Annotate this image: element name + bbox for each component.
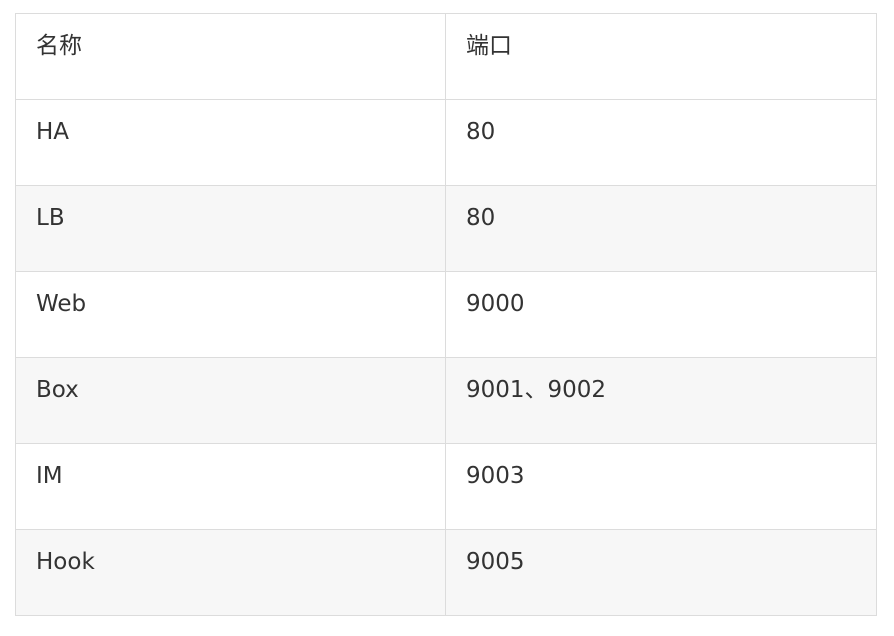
cell-port: 9005 <box>445 529 877 616</box>
cell-name: LB <box>15 185 446 272</box>
cell-name-text: Hook <box>36 549 95 575</box>
cell-name: Box <box>15 357 446 444</box>
header-name-label: 名称 <box>36 33 82 59</box>
cell-port-text: 9000 <box>466 291 525 317</box>
cell-name: HA <box>15 99 446 186</box>
cell-name-text: Web <box>36 291 87 317</box>
table-row: Hook 9005 <box>15 529 877 616</box>
table-row: HA 80 <box>15 99 877 186</box>
cell-name-text: HA <box>36 119 70 145</box>
cell-port-text: 9001、9002 <box>466 377 607 403</box>
cell-name-text: Box <box>36 377 79 403</box>
cell-port: 9003 <box>445 443 877 530</box>
cell-name: Hook <box>15 529 446 616</box>
cell-port-text: 9005 <box>466 549 525 575</box>
table-header-row: 名称 端口 <box>15 13 877 100</box>
cell-port-text: 80 <box>466 119 496 145</box>
table-row: Web 9000 <box>15 271 877 358</box>
header-port-label: 端口 <box>466 33 512 59</box>
header-port: 端口 <box>445 13 877 100</box>
cell-port: 9000 <box>445 271 877 358</box>
cell-name: Web <box>15 271 446 358</box>
table-row: Box 9001、9002 <box>15 357 877 444</box>
table-row: IM 9003 <box>15 443 877 530</box>
cell-name-text: IM <box>36 463 63 489</box>
cell-port-text: 9003 <box>466 463 525 489</box>
port-table: 名称 端口 HA 80 LB 80 Web 9000 Box 9001、9002… <box>15 13 877 616</box>
cell-port: 9001、9002 <box>445 357 877 444</box>
table-row: LB 80 <box>15 185 877 272</box>
cell-port: 80 <box>445 99 877 186</box>
cell-name: IM <box>15 443 446 530</box>
cell-port: 80 <box>445 185 877 272</box>
header-name: 名称 <box>15 13 446 100</box>
cell-name-text: LB <box>36 205 65 231</box>
cell-port-text: 80 <box>466 205 496 231</box>
